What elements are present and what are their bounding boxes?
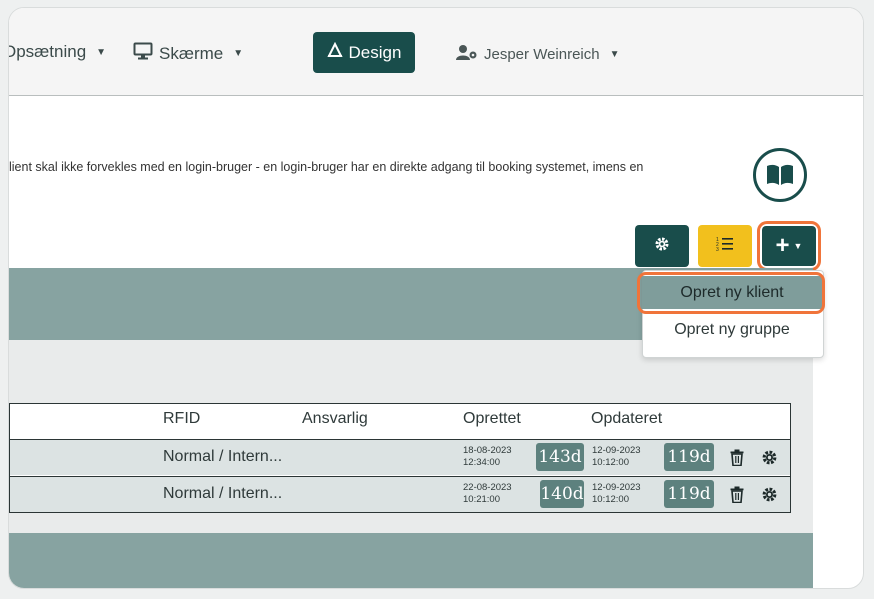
plus-icon: +: [775, 232, 790, 259]
chevron-down-icon: ▼: [609, 48, 620, 60]
menu-item-highlight: [637, 272, 825, 314]
created-age-badge: 140d: [540, 480, 584, 508]
chevron-down-icon: ▼: [233, 48, 244, 59]
add-dropdown-button[interactable]: + ▼: [762, 226, 816, 266]
nav-opsaetning-label: Opsætning: [8, 42, 87, 61]
app-frame: Opsætning ▼ Skærme ▼ Design Jesper Weinr…: [8, 7, 864, 589]
clients-table: RFID Ansvarlig Oprettet Opdateret Normal…: [9, 403, 791, 513]
design-icon: [326, 41, 343, 63]
nav-opsaetning[interactable]: Opsætning ▼: [8, 42, 107, 62]
table-row[interactable]: Normal / Intern... 18-08-2023 12:34:00 14…: [10, 439, 790, 475]
nav-skaerme[interactable]: Skærme ▼: [133, 42, 243, 65]
created-date: 18-08-2023 12:34:00: [463, 445, 512, 468]
header-ansvarlig[interactable]: Ansvarlig: [302, 410, 368, 428]
user-name: Jesper Weinreich: [484, 45, 600, 63]
sort-list-button[interactable]: 123: [698, 225, 752, 267]
header-oprettet[interactable]: Oprettet: [463, 410, 521, 428]
chevron-down-icon: ▼: [793, 241, 803, 251]
user-gear-icon: [456, 44, 478, 64]
numbered-list-icon: 123: [716, 236, 734, 257]
settings-button[interactable]: [635, 225, 689, 267]
header-rfid[interactable]: RFID: [163, 410, 200, 428]
created-age-badge: 143d: [536, 443, 584, 471]
chevron-down-icon: ▼: [96, 46, 107, 58]
monitor-icon: [133, 42, 153, 65]
trash-icon[interactable]: [730, 486, 744, 508]
table-row[interactable]: Normal / Intern... 22-08-2023 10:21:00 14…: [10, 476, 790, 512]
rfid-cell: Normal / Intern...: [163, 485, 283, 502]
gear-icon[interactable]: [761, 449, 778, 471]
gear-icon[interactable]: [761, 486, 778, 508]
rfid-cell: Normal / Intern...: [163, 448, 283, 465]
created-date: 22-08-2023 10:21:00: [463, 482, 512, 505]
gear-icon: [654, 236, 670, 257]
updated-age-badge: 119d: [664, 443, 714, 471]
updated-age-badge: 119d: [664, 480, 714, 508]
updated-date: 12-09-2023 10:12:00: [592, 482, 641, 505]
design-button[interactable]: Design: [313, 32, 415, 73]
trash-icon[interactable]: [730, 449, 744, 471]
header-opdateret[interactable]: Opdateret: [591, 410, 662, 428]
nav-skaerme-label: Skærme: [159, 43, 224, 63]
footer-band: [9, 533, 813, 588]
help-book-icon[interactable]: [753, 148, 807, 202]
svg-text:3: 3: [716, 247, 719, 252]
top-navbar: Opsætning ▼ Skærme ▼ Design Jesper Weinr…: [8, 8, 863, 96]
updated-date: 12-09-2023 10:12:00: [592, 445, 641, 468]
client-description: lient skal ikke forvekles med en login-b…: [9, 160, 644, 174]
design-label: Design: [348, 42, 402, 62]
user-menu[interactable]: Jesper Weinreich ▼: [456, 44, 620, 64]
menu-item-opret-ny-gruppe[interactable]: Opret ny gruppe: [642, 314, 822, 346]
